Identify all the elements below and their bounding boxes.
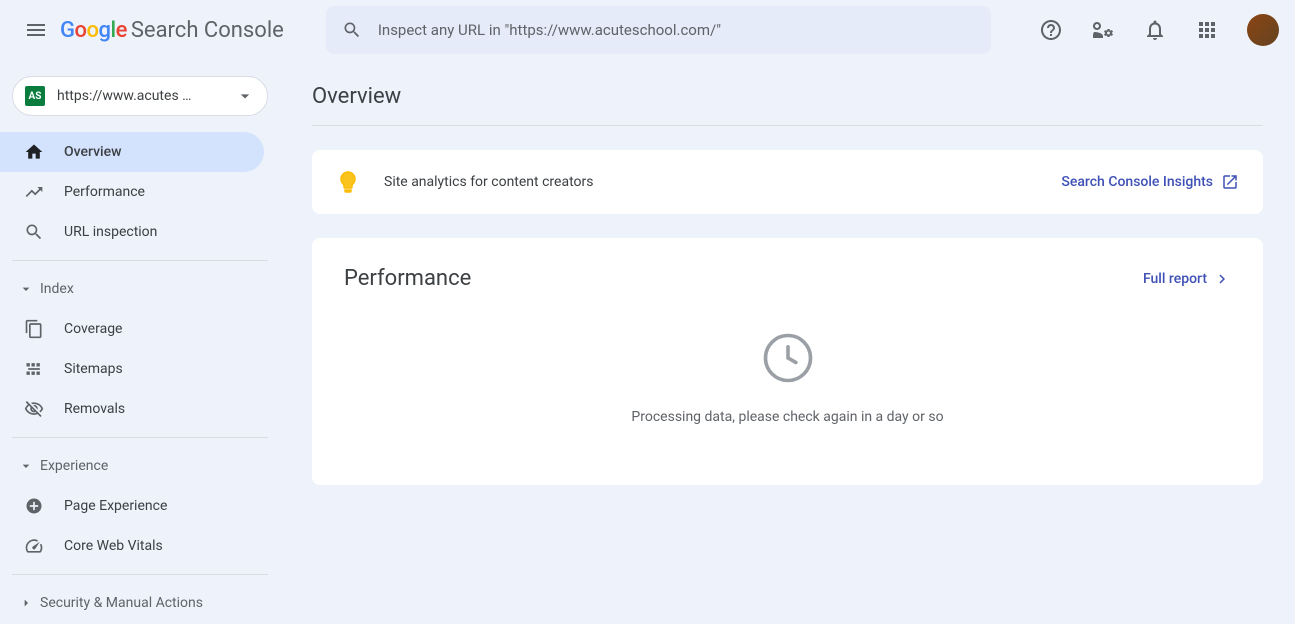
divider (12, 574, 268, 575)
sidebar-item-label: Core Web Vitals (64, 538, 163, 554)
sidebar-item-label: Page Experience (64, 498, 167, 514)
section-index[interactable]: Index (0, 269, 280, 309)
performance-card: Performance Full report Processing data,… (312, 238, 1263, 485)
insight-text: Site analytics for content creators (384, 174, 1061, 190)
lightbulb-icon (336, 170, 360, 194)
sidebar-item-label: Removals (64, 401, 125, 417)
apps-button[interactable] (1187, 10, 1227, 50)
page-title: Overview (312, 84, 1263, 126)
sidebar-item-sitemaps[interactable]: Sitemaps (0, 349, 264, 389)
full-report-link[interactable]: Full report (1143, 270, 1231, 288)
section-label: Security & Manual Actions (40, 595, 203, 611)
main-content: Overview Site analytics for content crea… (280, 60, 1295, 624)
logo-suffix: Search Console (131, 18, 284, 43)
insights-link[interactable]: Search Console Insights (1061, 173, 1239, 191)
bell-icon (1143, 18, 1167, 42)
empty-message: Processing data, please check again in a… (631, 409, 943, 425)
chevron-down-icon (16, 458, 36, 474)
performance-title: Performance (344, 266, 471, 291)
clock-icon (761, 331, 815, 385)
sidebar: AS https://www.acutes … Overview Perform… (0, 60, 280, 624)
sidebar-item-removals[interactable]: Removals (0, 389, 264, 429)
section-label: Experience (40, 458, 108, 474)
insights-link-label: Search Console Insights (1061, 174, 1213, 190)
external-link-icon (1221, 173, 1239, 191)
help-icon (1039, 18, 1063, 42)
sidebar-item-url-inspection[interactable]: URL inspection (0, 212, 264, 252)
sidebar-item-core-web-vitals[interactable]: Core Web Vitals (0, 526, 264, 566)
hamburger-icon (24, 18, 48, 42)
search-icon (342, 20, 362, 40)
sidebar-item-performance[interactable]: Performance (0, 172, 264, 212)
section-label: Index (40, 281, 74, 297)
sidebar-item-coverage[interactable]: Coverage (0, 309, 264, 349)
speed-icon (24, 536, 48, 556)
apps-grid-icon (1195, 18, 1219, 42)
sidebar-item-label: Performance (64, 184, 145, 200)
menu-button[interactable] (16, 10, 56, 50)
full-report-label: Full report (1143, 271, 1207, 287)
search-bar[interactable] (326, 6, 991, 54)
dropdown-icon (235, 86, 255, 106)
notifications-button[interactable] (1135, 10, 1175, 50)
help-button[interactable] (1031, 10, 1071, 50)
trending-icon (24, 182, 48, 202)
divider (12, 260, 268, 261)
sidebar-item-overview[interactable]: Overview (0, 132, 264, 172)
avatar[interactable] (1247, 14, 1279, 46)
chevron-down-icon (16, 281, 36, 297)
sidebar-item-label: URL inspection (64, 224, 157, 240)
section-security[interactable]: Security & Manual Actions (0, 583, 280, 623)
property-favicon: AS (25, 86, 45, 106)
property-selector[interactable]: AS https://www.acutes … (12, 76, 268, 116)
logo[interactable]: Google Search Console (60, 18, 284, 43)
search-input[interactable] (378, 21, 975, 39)
sidebar-item-page-experience[interactable]: Page Experience (0, 486, 264, 526)
search-icon (24, 222, 48, 242)
home-icon (24, 142, 48, 162)
insights-card: Site analytics for content creators Sear… (312, 150, 1263, 214)
person-gear-icon (1091, 18, 1115, 42)
sidebar-item-label: Coverage (64, 321, 122, 337)
sidebar-item-label: Sitemaps (64, 361, 123, 377)
pages-icon (24, 319, 48, 339)
user-settings-button[interactable] (1083, 10, 1123, 50)
sidebar-item-label: Overview (64, 144, 121, 160)
chevron-right-icon (16, 595, 36, 611)
performance-empty-state: Processing data, please check again in a… (344, 331, 1231, 425)
section-experience[interactable]: Experience (0, 446, 280, 486)
visibility-off-icon (24, 399, 48, 419)
sitemap-icon (24, 359, 48, 379)
circle-plus-icon (24, 496, 48, 516)
chevron-right-icon (1213, 270, 1231, 288)
property-label: https://www.acutes … (57, 88, 235, 104)
google-logo: Google (60, 18, 127, 43)
divider (12, 437, 268, 438)
